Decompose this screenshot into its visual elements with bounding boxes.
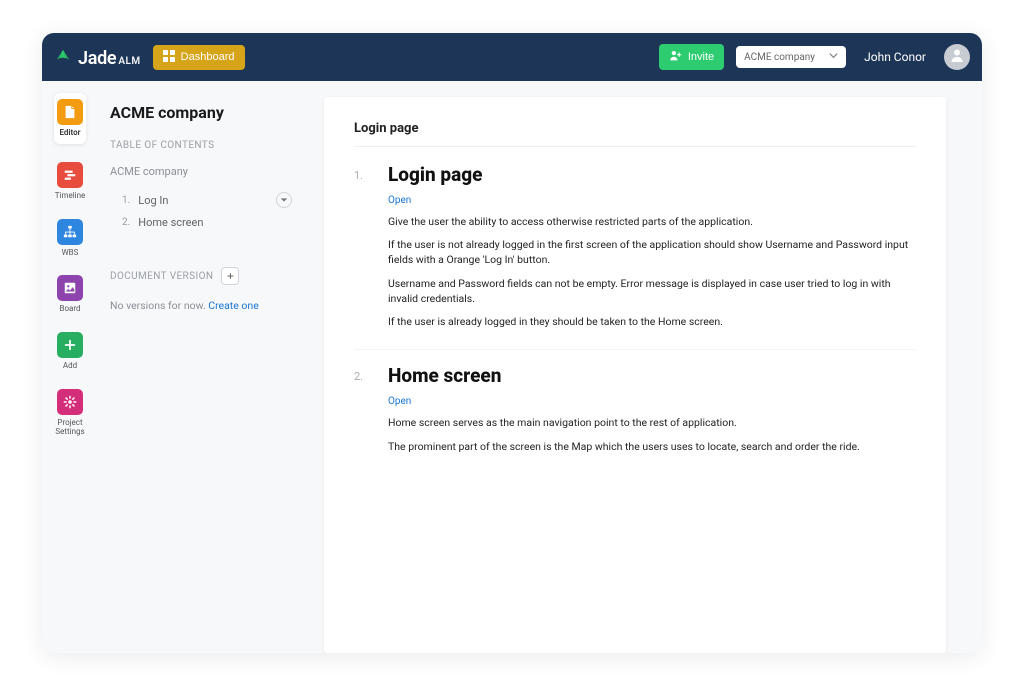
- topbar: Jade ALM Dashboard Invite ACME company J…: [42, 33, 982, 81]
- toc-item-login[interactable]: 1. Log In: [110, 188, 292, 212]
- avatar[interactable]: [944, 44, 970, 70]
- dashboard-button[interactable]: Dashboard: [153, 45, 245, 70]
- no-versions-text: No versions for now. Create one: [110, 299, 292, 312]
- tree-icon: [57, 219, 83, 245]
- section-body: Home screen Open Home screen serves as t…: [388, 364, 916, 453]
- company-select[interactable]: ACME company: [736, 46, 846, 68]
- content-area: Login page 1. Login page Open Give the u…: [308, 81, 982, 653]
- rail-item-board[interactable]: Board: [57, 275, 83, 314]
- rail-item-wbs[interactable]: WBS: [57, 219, 83, 258]
- document-icon: [57, 99, 83, 125]
- rail-label: WBS: [62, 249, 79, 258]
- no-versions-prefix: No versions for now.: [110, 299, 208, 312]
- dashboard-label: Dashboard: [181, 51, 235, 63]
- brand-logo[interactable]: Jade ALM: [54, 46, 141, 69]
- toc-list: 1. Log In 2. Home screen: [110, 188, 292, 233]
- toc-index: 2.: [122, 217, 130, 228]
- create-version-link[interactable]: Create one: [208, 299, 259, 312]
- section-body: Login page Open Give the user the abilit…: [388, 163, 916, 329]
- toc-pane: ACME company TABLE OF CONTENTS ACME comp…: [98, 81, 308, 653]
- section-paragraph: If the user is not already logged in the…: [388, 237, 916, 267]
- app-window: Jade ALM Dashboard Invite ACME company J…: [42, 33, 982, 653]
- logo-icon: [54, 48, 72, 66]
- section-paragraph: Username and Password fields can not be …: [388, 276, 916, 306]
- plus-icon: [57, 332, 83, 358]
- expand-toggle[interactable]: [276, 192, 292, 208]
- toc-item-home-screen[interactable]: 2. Home screen: [110, 212, 292, 233]
- app-body: Editor Timeline WBS Board: [42, 81, 982, 653]
- invite-button[interactable]: Invite: [659, 44, 724, 70]
- rail-label: Editor: [59, 129, 80, 138]
- document-version-label: DOCUMENT VERSION: [110, 271, 213, 282]
- timeline-icon: [57, 162, 83, 188]
- user-name[interactable]: John Conor: [864, 50, 926, 64]
- company-selected: ACME company: [744, 52, 815, 63]
- document-version-row: DOCUMENT VERSION +: [110, 267, 292, 285]
- person-icon: [949, 47, 965, 67]
- section-heading: Login page: [388, 163, 916, 186]
- rail-label: Project Settings: [48, 419, 92, 437]
- invite-label: Invite: [688, 51, 714, 63]
- toc-company[interactable]: ACME company: [110, 165, 292, 178]
- section-home-screen: 2. Home screen Open Home screen serves a…: [354, 364, 916, 453]
- grid-icon: [163, 50, 175, 65]
- rail-label: Board: [59, 305, 80, 314]
- section-paragraph: Give the user the ability to access othe…: [388, 214, 916, 229]
- add-version-button[interactable]: +: [221, 267, 239, 285]
- divider: [354, 146, 916, 147]
- rail-item-timeline[interactable]: Timeline: [55, 162, 86, 201]
- toc-label: Home screen: [138, 216, 203, 229]
- rail-item-add[interactable]: Add: [57, 332, 83, 371]
- project-title: ACME company: [110, 103, 292, 122]
- section-number: 1.: [354, 163, 368, 182]
- document-card: Login page 1. Login page Open Give the u…: [324, 97, 946, 653]
- left-rail: Editor Timeline WBS Board: [42, 81, 98, 653]
- invite-icon: [669, 49, 682, 65]
- chevron-down-icon: [829, 51, 838, 63]
- gear-icon: [57, 389, 83, 415]
- card-title: Login page: [354, 121, 916, 136]
- section-heading: Home screen: [388, 364, 916, 387]
- section-paragraph: If the user is already logged in they sh…: [388, 314, 916, 329]
- toc-header: TABLE OF CONTENTS: [110, 140, 292, 151]
- toc-label: Log In: [138, 194, 168, 207]
- open-link[interactable]: Open: [388, 396, 411, 407]
- open-link[interactable]: Open: [388, 195, 411, 206]
- brand-name: Jade: [78, 48, 116, 69]
- image-icon: [57, 275, 83, 301]
- rail-label: Add: [63, 362, 77, 371]
- section-login-page: 1. Login page Open Give the user the abi…: [354, 163, 916, 329]
- chevron-down-icon: [280, 194, 288, 207]
- rail-label: Timeline: [55, 192, 86, 201]
- divider: [354, 349, 916, 350]
- section-number: 2.: [354, 364, 368, 383]
- toc-index: 1.: [122, 195, 130, 206]
- section-paragraph: The prominent part of the screen is the …: [388, 439, 916, 454]
- brand-sub: ALM: [118, 56, 140, 67]
- rail-item-editor[interactable]: Editor: [54, 93, 86, 144]
- rail-item-project-settings[interactable]: Project Settings: [48, 389, 92, 437]
- section-paragraph: Home screen serves as the main navigatio…: [388, 415, 916, 430]
